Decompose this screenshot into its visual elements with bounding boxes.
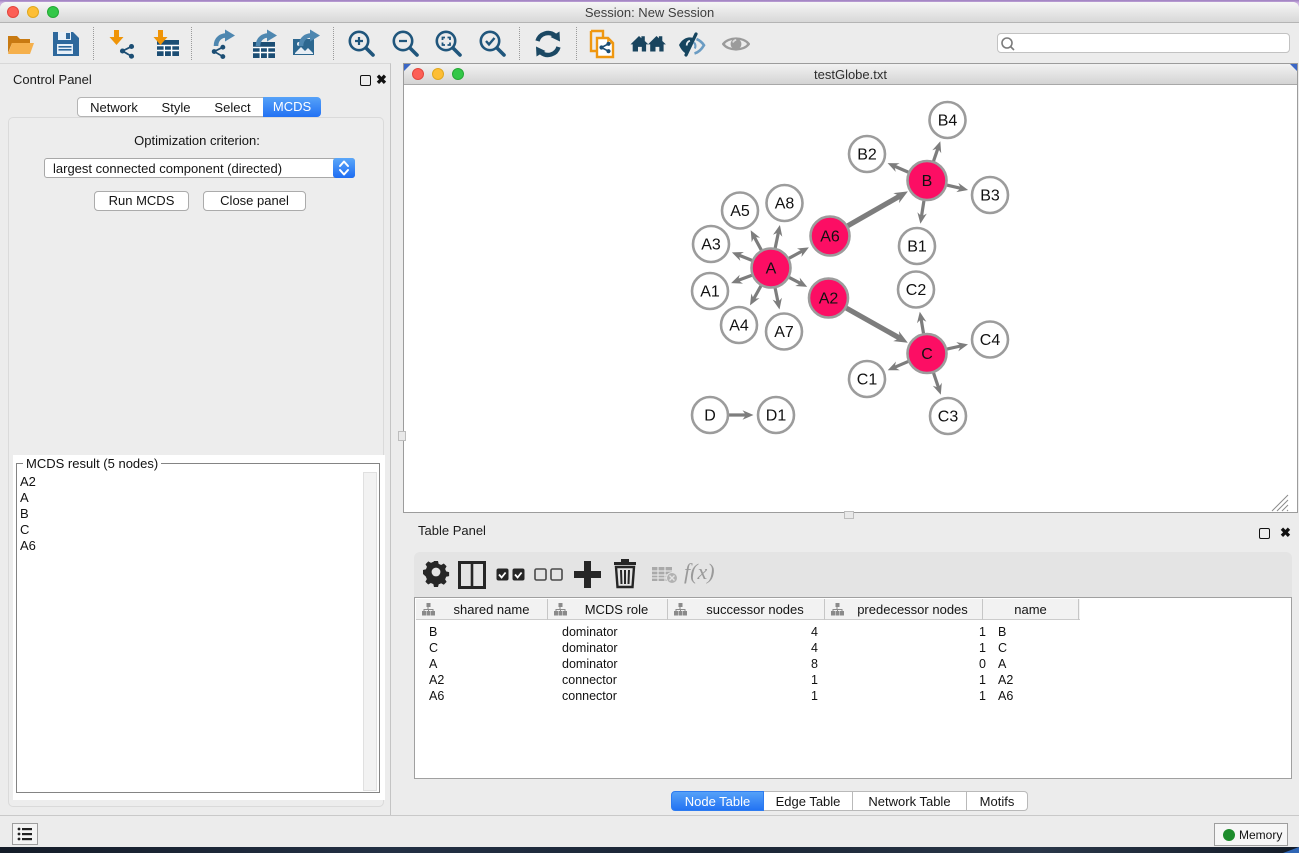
svg-text:A2: A2 — [819, 291, 839, 308]
svg-text:B1: B1 — [907, 239, 927, 256]
svg-text:C3: C3 — [938, 409, 959, 426]
svg-text:A6: A6 — [820, 229, 840, 246]
svg-text:D1: D1 — [766, 408, 787, 425]
svg-text:B4: B4 — [938, 113, 958, 130]
svg-text:A: A — [766, 261, 777, 278]
svg-text:C4: C4 — [980, 332, 1001, 349]
svg-text:B: B — [922, 173, 933, 190]
svg-text:A3: A3 — [701, 237, 721, 254]
svg-text:C2: C2 — [906, 282, 927, 299]
svg-text:f(x): f(x) — [684, 562, 715, 584]
svg-text:A1: A1 — [700, 284, 720, 301]
svg-text:B3: B3 — [980, 188, 1000, 205]
svg-text:A8: A8 — [775, 196, 795, 213]
svg-text:C1: C1 — [857, 372, 878, 389]
svg-text:A7: A7 — [774, 324, 794, 341]
svg-text:B2: B2 — [857, 147, 877, 164]
svg-text:D: D — [704, 408, 716, 425]
svg-text:A5: A5 — [730, 203, 750, 220]
svg-text:A4: A4 — [729, 318, 749, 335]
svg-text:C: C — [921, 346, 933, 363]
